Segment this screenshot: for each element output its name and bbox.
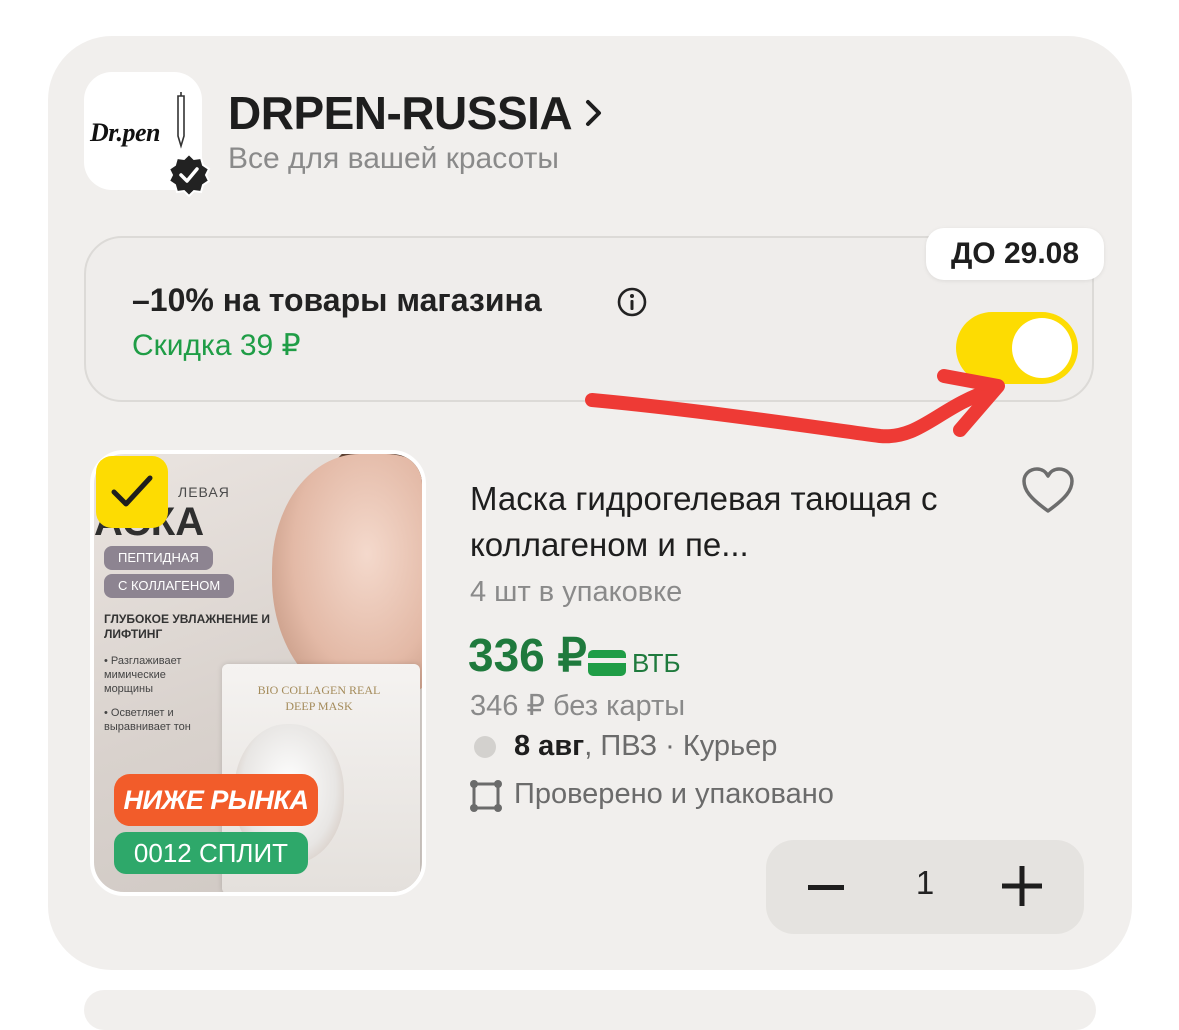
promo-title: –10% на товары магазина (132, 282, 542, 318)
shop-subtitle: Все для вашей красоты (228, 142, 559, 175)
verified-icon (167, 152, 211, 198)
decrease-button[interactable] (808, 870, 844, 906)
select-checkbox[interactable] (96, 456, 168, 528)
quantity-value: 1 (915, 864, 935, 901)
increase-button[interactable] (1002, 866, 1042, 906)
delivery-methods: , ПВЗ · Курьер (584, 730, 778, 762)
bank-card-icon (588, 650, 626, 676)
pen-icon (177, 92, 185, 149)
promo-date-badge: ДО 29.08 (926, 228, 1104, 280)
image-text-1: ЛЕВАЯ (178, 484, 230, 500)
chevron-right-icon[interactable] (582, 96, 606, 130)
product-price: 336 ₽ (468, 629, 587, 681)
package-icon (470, 780, 502, 812)
product-pack: 4 шт в упаковке (470, 576, 683, 608)
shop-name[interactable]: DRPEN-RUSSIA (228, 86, 573, 140)
split-badge: 0012 СПЛИТ (114, 832, 308, 874)
image-text-4: • Разглаживает мимические морщины (104, 655, 182, 695)
promo-discount: Скидка 39 ₽ (132, 329, 301, 362)
checkmark-icon (111, 475, 153, 507)
bank-name: ВТБ (632, 648, 681, 678)
product-title[interactable]: Маска гидрогелевая тающая с коллагеном и… (470, 476, 990, 568)
image-text-5: • Осветляет и выравнивает тон (104, 707, 191, 733)
image-box-text: BIO COLLAGEN REAL DEEP MASK (257, 683, 381, 713)
checked-packed-text: Проверено и упаковано (514, 778, 834, 810)
image-pill-1: ПЕПТИДНАЯ (104, 546, 213, 570)
price-without-card: 346 ₽ без карты (470, 690, 686, 722)
heart-icon[interactable] (1020, 466, 1076, 516)
shop-logo-text: Dr.pen (90, 118, 160, 147)
below-market-badge: НИЖЕ РЫНКА (114, 774, 318, 826)
delivery-date: 8 авг (514, 730, 585, 762)
delivery-info: 8 авг, ПВЗ · Курьер (514, 730, 777, 763)
toggle-knob (1012, 318, 1072, 378)
image-text-3: ГЛУБОКОЕ УВЛАЖНЕНИЕ И ЛИФТИНГ (104, 612, 271, 641)
image-pill-2: С КОЛЛАГЕНОМ (104, 574, 235, 598)
next-card (84, 990, 1096, 1030)
info-icon[interactable] (616, 286, 648, 318)
annotation-arrow (585, 369, 1005, 444)
delivery-status-dot (474, 736, 496, 758)
